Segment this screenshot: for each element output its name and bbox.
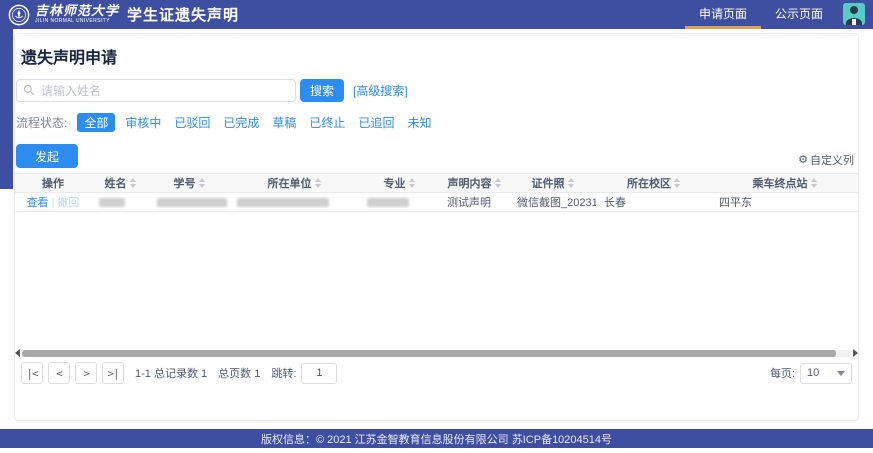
scroll-right-arrow-icon[interactable] xyxy=(853,349,858,357)
search-row: 搜索 [高级搜索] xyxy=(16,79,858,102)
university-name-cn: 吉林师范大学 xyxy=(35,5,119,18)
col-header-name[interactable]: 姓名 xyxy=(91,174,149,193)
user-avatar[interactable] xyxy=(843,3,865,25)
table-empty-area xyxy=(15,212,858,349)
horizontal-scrollbar xyxy=(15,349,858,357)
avatar-shirt-shape xyxy=(852,19,856,25)
search-box xyxy=(16,79,296,102)
records-count-text: 1-1 总记录数 1 xyxy=(135,365,207,381)
search-button[interactable]: 搜索 xyxy=(300,79,344,102)
col-header-campus[interactable]: 所在校区 xyxy=(596,174,711,193)
copyright-text: 版权信息：© 2021 江苏金智教育信息股份有限公司 苏ICP备10204514… xyxy=(261,431,612,447)
status-chip-in-review[interactable]: 审核中 xyxy=(125,113,161,132)
cell-unit-redacted xyxy=(229,193,359,212)
university-brand: 吉林师范大学 JILIN NORMAL UNIVERSITY xyxy=(8,0,119,29)
cell-photo: 微信截图_202311281... xyxy=(509,193,596,212)
cell-operations: 查看|撤回 xyxy=(15,193,91,212)
col-header-photo[interactable]: 证件照 xyxy=(509,174,596,193)
prev-page-button[interactable]: < xyxy=(48,362,70,384)
last-page-button[interactable]: >| xyxy=(102,362,124,384)
sort-icon[interactable] xyxy=(409,178,415,188)
gear-icon: ⚙ xyxy=(798,155,808,166)
card-bottom-padding xyxy=(15,384,858,420)
page-title: 遗失声明申请 xyxy=(21,44,858,68)
status-chip-recalled[interactable]: 已追回 xyxy=(358,113,394,132)
table-row: 查看|撤回 测试声明 微信截图_202311281... 长春 四平东 xyxy=(15,193,858,212)
withdraw-link[interactable]: 撤回 xyxy=(57,197,79,209)
col-header-operations[interactable]: 操作 xyxy=(15,174,91,193)
customize-columns-button[interactable]: ⚙ 自定义列 xyxy=(798,152,854,168)
cell-terminal-station: 四平东 xyxy=(711,193,858,212)
header-tabs: 申请页面 公示页面 xyxy=(685,0,873,29)
per-page-value: 10 xyxy=(807,367,819,379)
chevron-down-icon xyxy=(837,371,845,376)
table-header-row: 操作 姓名 学号 所在单位 专业 xyxy=(15,174,858,193)
first-page-button[interactable]: |< xyxy=(21,362,43,384)
status-filter-label: 流程状态: xyxy=(16,114,67,131)
per-page-label: 每页: xyxy=(770,365,795,381)
records-table: 操作 姓名 学号 所在单位 专业 xyxy=(15,173,858,212)
jump-page-input[interactable] xyxy=(301,363,337,384)
status-chip-unknown[interactable]: 未知 xyxy=(407,113,431,132)
view-link[interactable]: 查看 xyxy=(27,197,49,209)
status-filter-row: 流程状态: 全部 审核中 已驳回 已完成 草稿 已终止 已追回 未知 xyxy=(16,113,858,132)
cell-name-redacted xyxy=(91,193,149,212)
status-chip-terminated[interactable]: 已终止 xyxy=(309,113,345,132)
cell-campus: 长春 xyxy=(596,193,711,212)
search-icon xyxy=(23,84,35,96)
footer-bar: 版权信息：© 2021 江苏金智教育信息股份有限公司 苏ICP备10204514… xyxy=(0,429,873,448)
university-logo-icon xyxy=(8,4,30,26)
sort-icon[interactable] xyxy=(315,178,321,188)
cell-major-redacted xyxy=(359,193,439,212)
app-title: 学生证遗失声明 xyxy=(127,0,239,29)
top-header-bar: 吉林师范大学 JILIN NORMAL UNIVERSITY 学生证遗失声明 申… xyxy=(0,0,873,29)
content-card: 遗失声明申请 搜索 [高级搜索] 流程状态: 全部 审核中 已驳回 已完成 草稿… xyxy=(14,33,859,421)
sort-icon[interactable] xyxy=(199,178,205,188)
status-chip-all[interactable]: 全部 xyxy=(77,113,115,132)
col-header-student-id[interactable]: 学号 xyxy=(149,174,229,193)
search-input[interactable] xyxy=(16,79,296,102)
jump-label: 跳转: xyxy=(271,365,296,381)
sort-icon[interactable] xyxy=(811,178,817,188)
advanced-search-link[interactable]: [高级搜索] xyxy=(353,82,408,99)
status-chip-draft[interactable]: 草稿 xyxy=(272,113,296,132)
col-header-unit[interactable]: 所在单位 xyxy=(229,174,359,193)
per-page-select[interactable]: 10 xyxy=(800,363,852,384)
initiate-button[interactable]: 发起 xyxy=(16,144,78,168)
col-header-major[interactable]: 专业 xyxy=(359,174,439,193)
tab-application-page[interactable]: 申请页面 xyxy=(685,0,761,29)
sort-icon[interactable] xyxy=(568,178,574,188)
scrollbar-track[interactable] xyxy=(21,350,852,357)
status-chip-rejected[interactable]: 已驳回 xyxy=(174,113,210,132)
col-header-terminal-station[interactable]: 乘车终点站 xyxy=(711,174,858,193)
customize-columns-label: 自定义列 xyxy=(810,152,854,168)
cell-student-id-redacted xyxy=(149,193,229,212)
left-decorative-strip xyxy=(0,29,13,189)
col-header-declaration[interactable]: 声明内容 xyxy=(439,174,509,193)
per-page-control: 每页: 10 xyxy=(770,363,852,384)
pagination-bar: |< < > >| 1-1 总记录数 1 总页数 1 跳转: 每页: 10 xyxy=(21,362,852,384)
sort-icon[interactable] xyxy=(130,178,136,188)
operation-separator: | xyxy=(52,197,55,209)
sort-icon[interactable] xyxy=(495,178,501,188)
scroll-left-arrow-icon[interactable] xyxy=(15,349,20,357)
toolbar-row: 发起 ⚙ 自定义列 xyxy=(16,144,858,168)
scrollbar-thumb[interactable] xyxy=(22,350,836,357)
tab-public-page[interactable]: 公示页面 xyxy=(761,0,837,29)
next-page-button[interactable]: > xyxy=(75,362,97,384)
university-name-en: JILIN NORMAL UNIVERSITY xyxy=(35,19,119,24)
pages-count-text: 总页数 1 xyxy=(218,365,260,381)
status-chip-completed[interactable]: 已完成 xyxy=(223,113,259,132)
avatar-head-shape xyxy=(850,6,858,14)
cell-declaration: 测试声明 xyxy=(439,193,509,212)
sort-icon[interactable] xyxy=(674,178,680,188)
